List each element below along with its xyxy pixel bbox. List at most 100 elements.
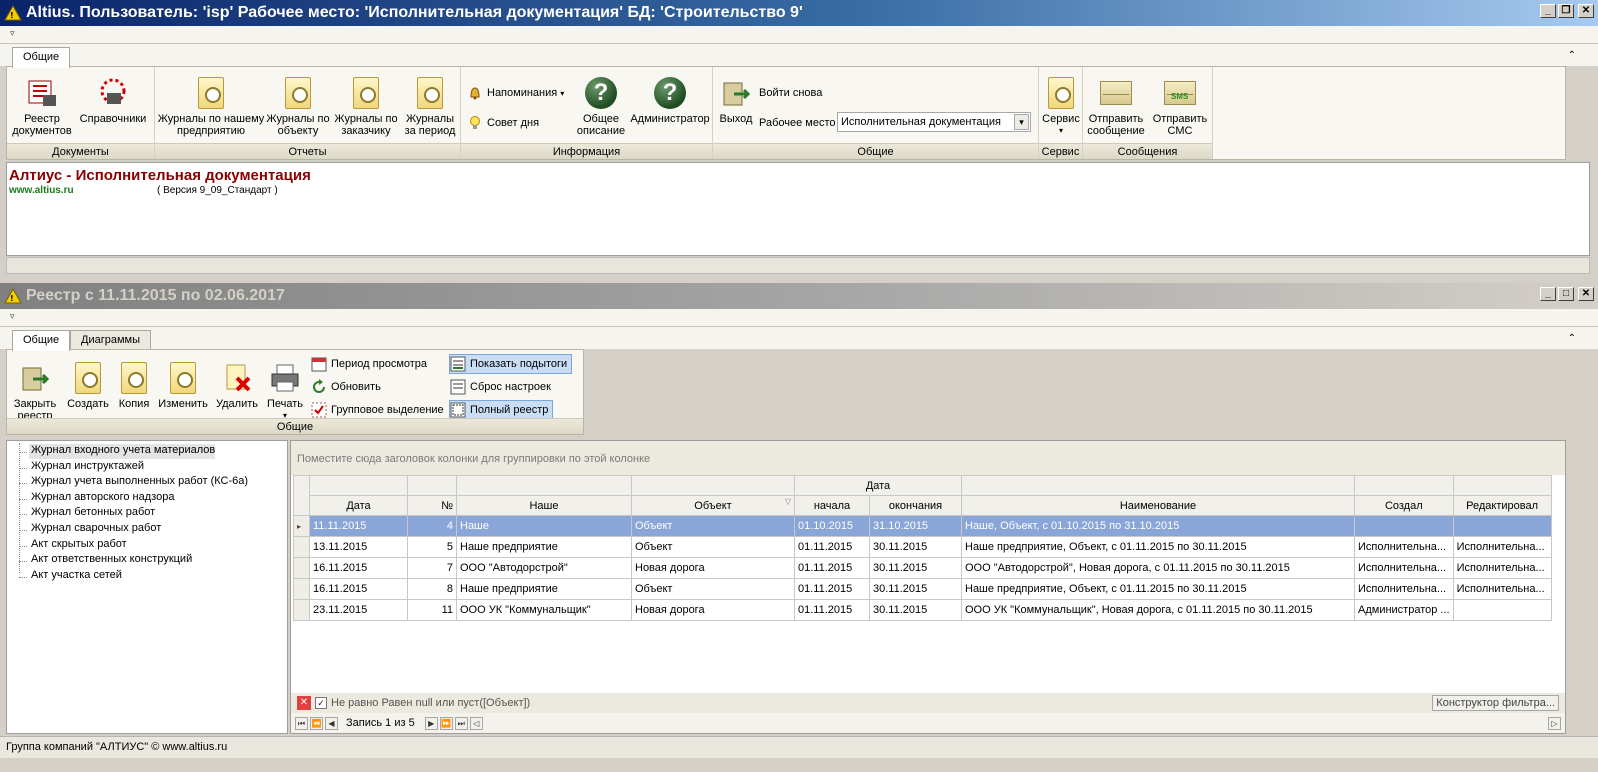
table-row[interactable]: 16.11.2015 8 Наше предприятие Объект 01.11.2…: [293, 578, 1552, 600]
tab-diagrams[interactable]: Диаграммы: [70, 330, 151, 350]
reset-settings-button[interactable]: Сброс настроек: [450, 377, 551, 397]
maximize-button[interactable]: □: [1558, 287, 1574, 301]
print-button[interactable]: Печать ▾: [263, 362, 307, 422]
tree-item[interactable]: Журнал бетонных работ: [29, 506, 155, 521]
cell-created[interactable]: Исполнительна...: [1354, 578, 1454, 600]
tree-item[interactable]: Журнал учета выполненных работ (КС-6а): [29, 475, 248, 490]
tab-general[interactable]: Общие: [12, 330, 71, 351]
send-message-button[interactable]: Отправить сообщение: [1085, 77, 1147, 137]
column-header-created[interactable]: Создал: [1354, 495, 1454, 516]
reminders-button[interactable]: Напоминания ▾: [467, 83, 564, 103]
column-header-end[interactable]: окончания: [869, 495, 962, 516]
chevron-down-icon[interactable]: ▾: [1014, 114, 1029, 130]
ribbon-collapse-icon[interactable]: ⌃: [1568, 50, 1576, 61]
row-indicator[interactable]: [293, 536, 310, 558]
cell-created[interactable]: Исполнительна...: [1354, 557, 1454, 579]
filter-enabled-checkbox[interactable]: ✓: [315, 697, 327, 709]
cell-edited[interactable]: [1452, 599, 1552, 621]
cell-end[interactable]: 30.11.2015: [869, 599, 962, 621]
cell-start[interactable]: 01.11.2015: [794, 578, 870, 600]
cell-edited[interactable]: Исполнительна...: [1452, 578, 1552, 600]
cell-end[interactable]: 30.11.2015: [869, 578, 962, 600]
cell-object[interactable]: Новая дорога: [631, 599, 795, 621]
cell-name[interactable]: Наше предприятие, Объект, с 01.11.2015 п…: [961, 578, 1355, 600]
prev-record-icon[interactable]: ◀: [325, 716, 338, 730]
delete-button[interactable]: Удалить: [211, 362, 263, 410]
clear-filter-icon[interactable]: ✕: [297, 696, 311, 710]
cell-created[interactable]: Администратор ...: [1354, 599, 1454, 621]
cell-date[interactable]: 13.11.2015: [309, 536, 408, 558]
scroll-right-icon[interactable]: ▷: [1548, 716, 1561, 730]
cell-date[interactable]: 16.11.2015: [309, 557, 408, 579]
row-indicator[interactable]: [293, 557, 310, 579]
tree-item[interactable]: Акт ответственных конструкций: [29, 553, 192, 568]
show-subtotals-button[interactable]: Показать подытоги: [449, 354, 573, 374]
ribbon-collapse-icon[interactable]: ⌃: [1568, 333, 1576, 344]
cell-ours[interactable]: ООО УК "Коммунальщик": [456, 599, 632, 621]
column-header-name[interactable]: Наименование: [961, 495, 1355, 516]
customize-quick-access-icon[interactable]: ▿: [10, 28, 15, 39]
cell-end[interactable]: 30.11.2015: [869, 536, 962, 558]
cell-start[interactable]: 01.11.2015: [794, 557, 870, 579]
cell-name[interactable]: Наше, Объект, с 01.10.2015 по 31.10.2015: [961, 515, 1355, 537]
copy-button[interactable]: Копия: [113, 362, 155, 410]
filter-expression[interactable]: Не равно Равен null или пуст([Объект]): [331, 697, 530, 709]
cell-num[interactable]: 4: [407, 515, 457, 537]
cell-num[interactable]: 5: [407, 536, 457, 558]
tip-of-day-button[interactable]: Совет дня: [467, 113, 539, 133]
column-header-date[interactable]: Дата: [309, 495, 408, 516]
cell-object[interactable]: Новая дорога: [631, 557, 795, 579]
cell-name[interactable]: ООО УК "Коммунальщик", Новая дорога, с 0…: [961, 599, 1355, 621]
next-record-icon[interactable]: ▶: [424, 716, 438, 730]
registry-button[interactable]: Реестр документов: [9, 77, 75, 137]
close-registry-button[interactable]: Закрыть реестр: [9, 362, 61, 422]
journals-by-customer-button[interactable]: Журналы по заказчику: [333, 77, 399, 137]
cell-edited[interactable]: Исполнительна...: [1452, 536, 1552, 558]
journals-by-period-button[interactable]: Журналы за период: [401, 77, 459, 137]
cell-start[interactable]: 01.11.2015: [794, 599, 870, 621]
next-page-icon[interactable]: ⏩: [439, 716, 453, 730]
cell-name[interactable]: Наше предприятие, Объект, с 01.11.2015 п…: [961, 536, 1355, 558]
refresh-button[interactable]: Обновить: [311, 377, 381, 397]
edit-button[interactable]: Изменить: [155, 362, 211, 410]
cell-num[interactable]: 8: [407, 578, 457, 600]
tab-general[interactable]: Общие: [12, 47, 71, 68]
tree-item[interactable]: Акт участка сетей: [29, 569, 122, 584]
directories-button[interactable]: Справочники: [77, 77, 149, 125]
exit-button[interactable]: Выход: [715, 77, 757, 125]
column-header-edited[interactable]: Редактировал: [1452, 495, 1552, 516]
view-period-button[interactable]: Период просмотра: [311, 354, 427, 374]
service-button[interactable]: Сервис ▾: [1041, 77, 1081, 137]
administrator-button[interactable]: ? Администратор: [629, 77, 711, 125]
cell-date[interactable]: 16.11.2015: [309, 578, 408, 600]
cell-ours[interactable]: Наше: [456, 515, 632, 537]
cell-ours[interactable]: Наше предприятие: [456, 536, 632, 558]
first-record-icon[interactable]: ⏮: [295, 716, 308, 730]
group-by-panel[interactable]: Поместите сюда заголовок колонки для гру…: [291, 441, 1565, 475]
tree-item[interactable]: Журнал инструктажей: [29, 460, 144, 475]
general-description-button[interactable]: ? Общее описание: [573, 77, 629, 137]
column-header-start[interactable]: начала: [794, 495, 870, 516]
minimize-button[interactable]: _: [1540, 287, 1556, 301]
cell-ours[interactable]: ООО "Автодорстрой": [456, 557, 632, 579]
column-header-ours[interactable]: Наше: [456, 495, 632, 516]
prev-page-icon[interactable]: ⏪: [310, 716, 323, 730]
table-row[interactable]: 16.11.2015 7 ООО "Автодорстрой" Новая дорог…: [293, 557, 1552, 579]
close-button[interactable]: ✕: [1578, 287, 1594, 301]
tree-item[interactable]: Журнал сварочных работ: [29, 522, 161, 537]
filter-icon[interactable]: ▽: [785, 497, 791, 506]
cell-object[interactable]: Объект: [631, 515, 795, 537]
cell-start[interactable]: 01.10.2015: [794, 515, 870, 537]
journals-by-company-button[interactable]: Журналы по нашему предприятию: [157, 77, 265, 137]
cell-num[interactable]: 11: [407, 599, 457, 621]
cell-date[interactable]: 11.11.2015: [309, 515, 408, 537]
scroll-left-icon[interactable]: ◁: [469, 716, 483, 730]
cell-created[interactable]: [1354, 515, 1454, 537]
workplace-select[interactable]: Исполнительная документация ▾: [837, 112, 1031, 132]
send-sms-button[interactable]: SMS Отправить СМС: [1149, 77, 1211, 137]
band-date-header[interactable]: Дата: [794, 475, 962, 496]
cell-name[interactable]: ООО "Автодорстрой", Новая дорога, с 01.1…: [961, 557, 1355, 579]
cell-ours[interactable]: Наше предприятие: [456, 578, 632, 600]
cell-edited[interactable]: [1452, 515, 1552, 537]
cell-object[interactable]: Объект: [631, 578, 795, 600]
